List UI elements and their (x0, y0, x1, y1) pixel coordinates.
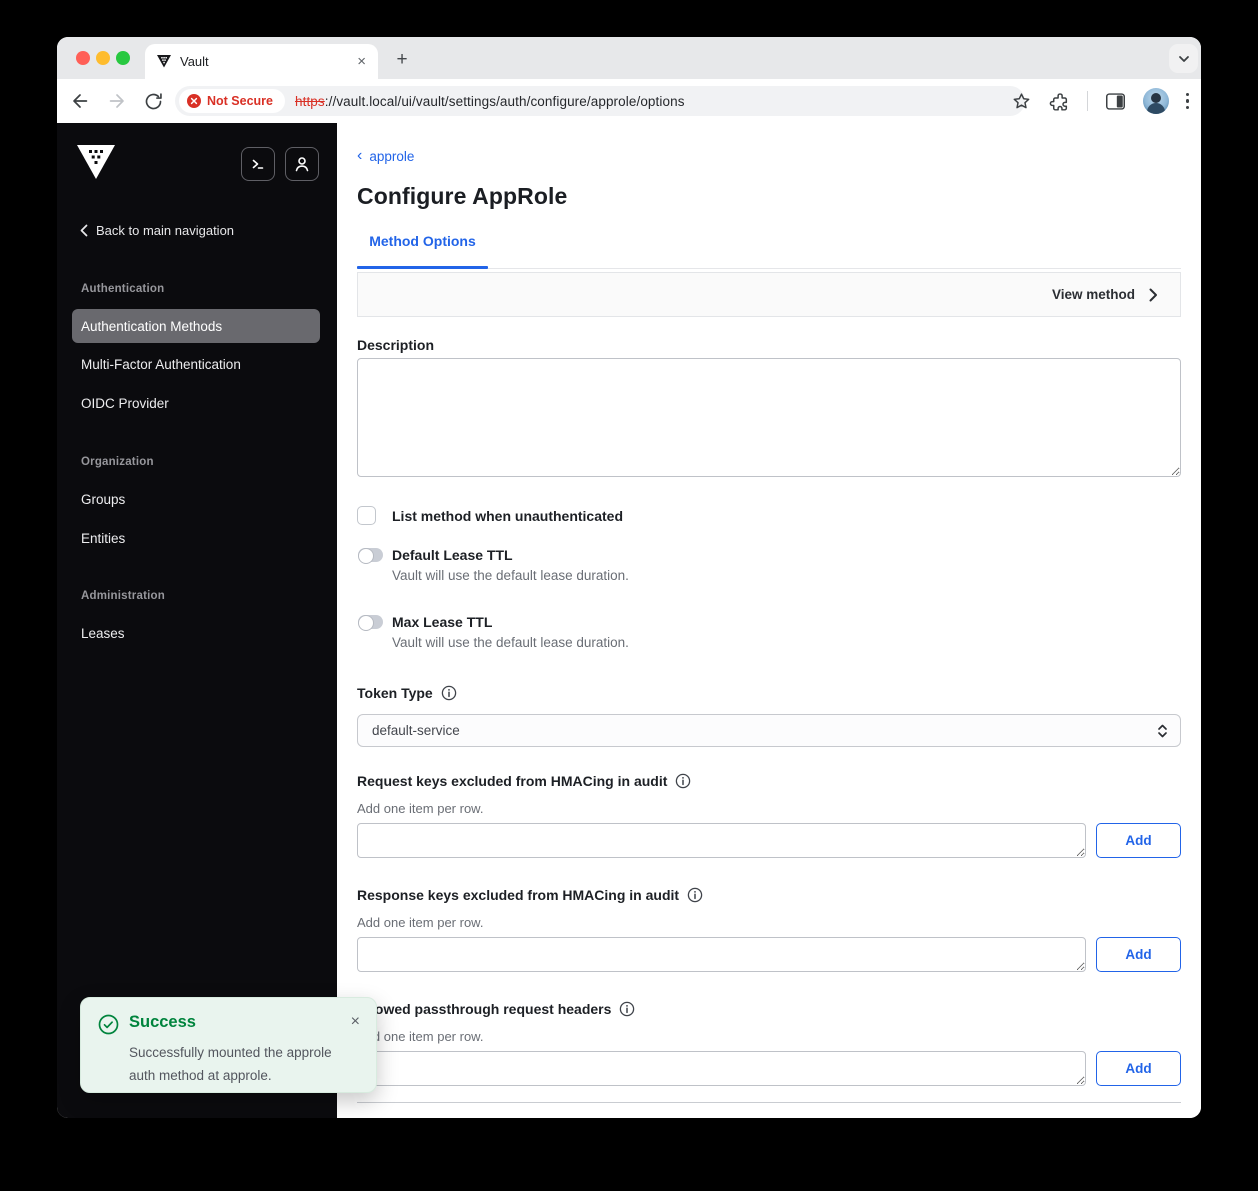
forward-icon[interactable] (106, 90, 128, 112)
profile-avatar[interactable] (1143, 88, 1169, 114)
chevron-left-icon (80, 224, 88, 237)
toast-close-icon[interactable]: × (351, 1014, 360, 1030)
toolbar-divider (1087, 91, 1088, 111)
check-circle-icon (98, 1014, 119, 1035)
browser-toolbar: Not Secure https://vault.local/ui/vault/… (57, 79, 1201, 123)
url-rest: ://vault.local/ui/vault/settings/auth/co… (325, 94, 685, 109)
not-secure-label: Not Secure (207, 94, 273, 108)
page-title: Configure AppRole (357, 183, 567, 210)
section-administration: Administration (81, 590, 165, 602)
back-link-label: Back to main navigation (96, 223, 234, 238)
default-lease-ttl-helper: Vault will use the default lease duratio… (392, 568, 629, 583)
request-keys-label: Request keys excluded from HMACing in au… (357, 773, 667, 789)
list-method-checkbox[interactable] (357, 506, 376, 525)
reload-icon[interactable] (143, 91, 164, 112)
traffic-lights (76, 51, 130, 65)
screen: Vault × + Not Secure https://vault.local… (0, 0, 1258, 1191)
max-lease-ttl-helper: Vault will use the default lease duratio… (392, 635, 629, 650)
description-label: Description (357, 337, 434, 353)
close-window-button[interactable] (76, 51, 90, 65)
response-keys-label: Response keys excluded from HMACing in a… (357, 887, 679, 903)
minimize-window-button[interactable] (96, 51, 110, 65)
side-panel-icon[interactable] (1105, 92, 1126, 111)
passthrough-input[interactable] (357, 1051, 1086, 1086)
request-keys-add-button[interactable]: Add (1096, 823, 1181, 858)
browser-menu-icon[interactable] (1186, 93, 1190, 110)
passthrough-label: Allowed passthrough request headers (357, 1001, 611, 1017)
active-tab-underline (357, 266, 488, 269)
user-menu-button[interactable] (285, 147, 319, 181)
vault-logo-icon (77, 145, 115, 179)
request-keys-helper: Add one item per row. (357, 801, 483, 816)
info-icon[interactable] (687, 887, 703, 903)
select-stepper-icon (1157, 723, 1168, 739)
token-type-label-row: Token Type (357, 685, 457, 701)
sidebar-item-oidc-provider[interactable]: OIDC Provider (81, 396, 169, 411)
section-divider (357, 1102, 1181, 1103)
back-icon[interactable] (69, 90, 91, 112)
sidebar-item-groups[interactable]: Groups (81, 492, 125, 507)
max-lease-ttl-toggle[interactable] (358, 615, 383, 629)
chevron-left-icon: ‹ (357, 148, 362, 164)
request-keys-input[interactable] (357, 823, 1086, 858)
info-icon[interactable] (441, 685, 457, 701)
zoom-window-button[interactable] (116, 51, 130, 65)
sidebar-item-entities[interactable]: Entities (81, 531, 125, 546)
vault-favicon-icon (157, 55, 171, 68)
sidebar-item-leases[interactable]: Leases (81, 626, 125, 641)
chevron-down-icon (1178, 55, 1190, 63)
breadcrumb-approle[interactable]: approle (369, 149, 414, 164)
tab-close-icon[interactable]: × (357, 54, 366, 69)
tab-title: Vault (180, 54, 357, 69)
chevron-right-icon (1149, 288, 1158, 302)
configure-approle-page: ‹ approle Configure AppRole Method Optio… (337, 123, 1201, 1118)
token-type-select[interactable]: default-service (357, 714, 1181, 747)
breadcrumb[interactable]: ‹ approle (357, 149, 414, 164)
sidebar-item-authentication-methods[interactable]: Authentication Methods (72, 309, 320, 343)
terminal-icon (249, 155, 267, 173)
browser-tab-vault[interactable]: Vault × (145, 44, 378, 79)
sidebar-item-multi-factor-authentication[interactable]: Multi-Factor Authentication (81, 357, 241, 372)
response-keys-label-row: Response keys excluded from HMACing in a… (357, 887, 703, 903)
extensions-icon[interactable] (1049, 91, 1070, 112)
response-keys-input[interactable] (357, 937, 1086, 972)
description-textarea[interactable] (357, 358, 1181, 477)
request-keys-label-row: Request keys excluded from HMACing in au… (357, 773, 691, 789)
list-method-row: List method when unauthenticated (357, 506, 623, 525)
passthrough-add-button[interactable]: Add (1096, 1051, 1181, 1086)
info-icon[interactable] (619, 1001, 635, 1017)
section-authentication: Authentication (81, 283, 164, 295)
new-tab-button[interactable]: + (387, 45, 417, 75)
token-type-label: Token Type (357, 685, 433, 701)
view-method-link[interactable]: View method (1052, 287, 1135, 302)
info-icon[interactable] (675, 773, 691, 789)
list-method-label: List method when unauthenticated (392, 508, 623, 524)
section-organization: Organization (81, 456, 154, 468)
tab-method-options[interactable]: Method Options (357, 233, 488, 249)
method-toolbar: View method (357, 272, 1181, 317)
response-keys-add-button[interactable]: Add (1096, 937, 1181, 972)
browser-window: Vault × + Not Secure https://vault.local… (57, 37, 1201, 1118)
toast-message: Successfully mounted the approle auth me… (129, 1042, 344, 1088)
not-secure-icon (187, 94, 201, 108)
passthrough-label-row: Allowed passthrough request headers (357, 1001, 635, 1017)
toast-title: Success (129, 1013, 196, 1032)
back-to-main-navigation-link[interactable]: Back to main navigation (80, 223, 234, 238)
vault-sidebar: Back to main navigation Authentication A… (57, 123, 337, 1118)
url-text: https://vault.local/ui/vault/settings/au… (295, 94, 685, 109)
person-icon (293, 155, 311, 173)
tab-strip: Vault × + (57, 37, 1201, 79)
default-lease-ttl-label: Default Lease TTL (392, 547, 513, 563)
bookmark-star-icon[interactable] (1011, 91, 1032, 112)
address-bar[interactable]: Not Secure https://vault.local/ui/vault/… (175, 86, 1025, 116)
default-lease-ttl-toggle[interactable] (358, 548, 383, 562)
console-button[interactable] (241, 147, 275, 181)
url-scheme-struck: https (295, 94, 325, 109)
token-type-value: default-service (372, 723, 1157, 738)
tab-search-button[interactable] (1169, 44, 1198, 73)
success-toast: Success × Successfully mounted the appro… (80, 997, 377, 1093)
max-lease-ttl-label: Max Lease TTL (392, 614, 492, 630)
not-secure-badge[interactable]: Not Secure (179, 89, 285, 113)
response-keys-helper: Add one item per row. (357, 915, 483, 930)
